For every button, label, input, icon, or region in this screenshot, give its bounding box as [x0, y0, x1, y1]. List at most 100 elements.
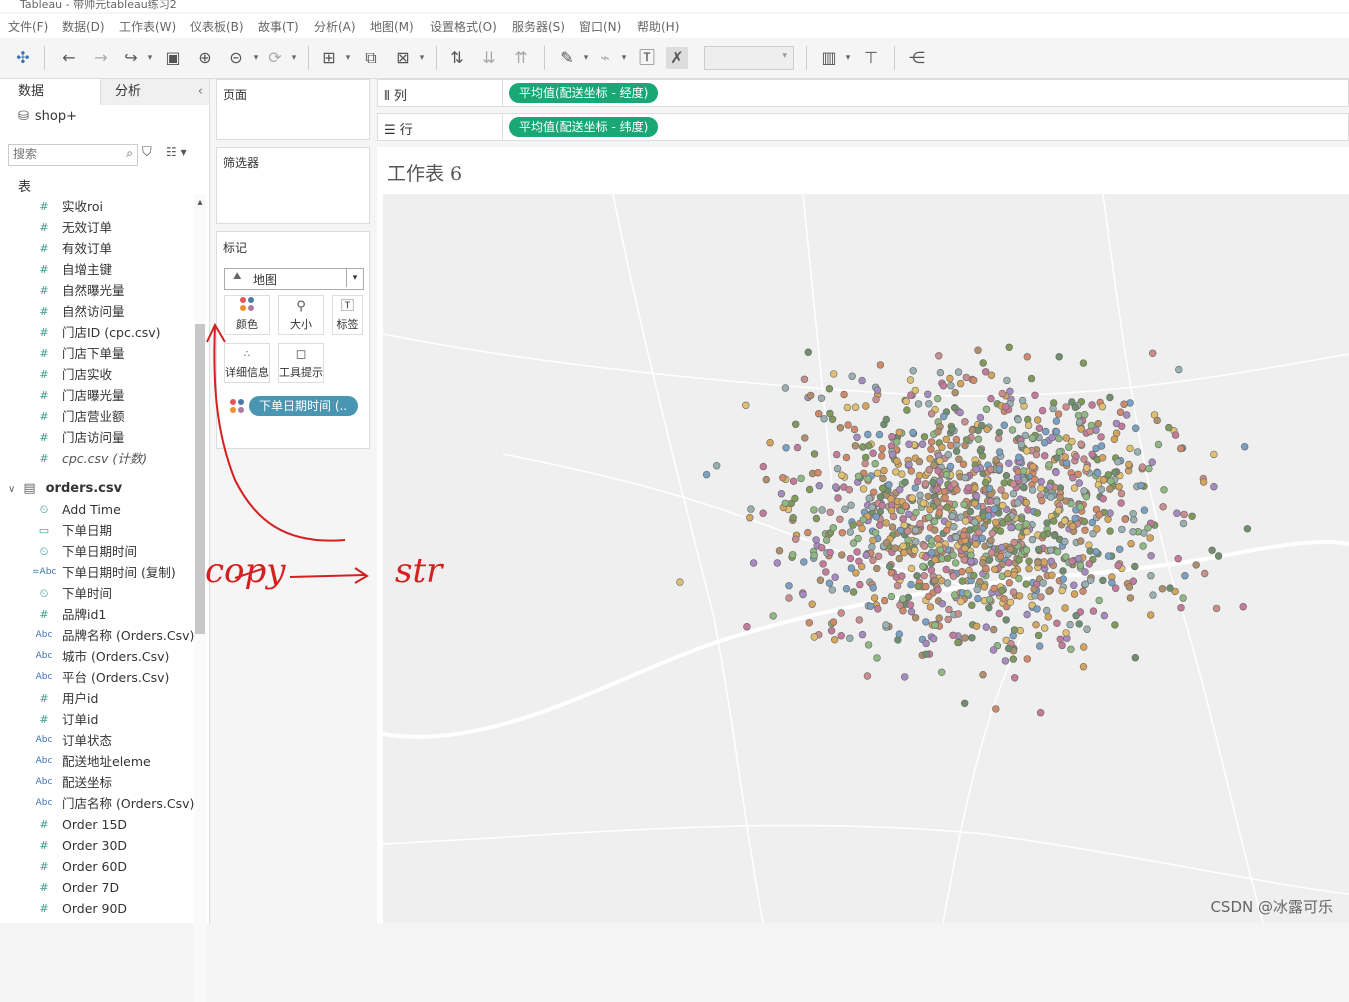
map-point[interactable]: [933, 394, 942, 403]
map-point[interactable]: [849, 539, 858, 547]
field-item[interactable]: # cpc.csv (计数): [0, 448, 190, 469]
map-point[interactable]: [974, 426, 982, 435]
field-item[interactable]: ▭ 下单日期: [0, 520, 190, 541]
map-point[interactable]: [833, 465, 842, 473]
map-point[interactable]: [1081, 526, 1089, 534]
map-point[interactable]: [979, 671, 987, 679]
map-point[interactable]: [936, 368, 945, 377]
map-point[interactable]: [1002, 616, 1010, 624]
map-point[interactable]: [871, 460, 879, 468]
map-point[interactable]: [874, 605, 882, 613]
map-point[interactable]: [1034, 545, 1043, 554]
map-point[interactable]: [951, 389, 959, 397]
map-point[interactable]: [785, 594, 793, 602]
map-point[interactable]: [1023, 528, 1031, 536]
map-point[interactable]: [873, 654, 881, 662]
map-point[interactable]: [1139, 542, 1147, 550]
map-point[interactable]: [911, 546, 919, 554]
map-point[interactable]: [1095, 596, 1103, 605]
rows-pill[interactable]: 平均值(配送坐标 - 纬度): [509, 117, 659, 137]
map-point[interactable]: [822, 536, 831, 544]
map-point[interactable]: [1053, 619, 1061, 627]
map-point[interactable]: [936, 457, 944, 465]
field-item[interactable]: # 订单id: [0, 709, 190, 730]
map-point[interactable]: [1036, 708, 1045, 717]
map-point[interactable]: [953, 486, 961, 494]
map-point[interactable]: [1006, 545, 1015, 553]
map-point[interactable]: [800, 558, 808, 566]
map-point[interactable]: [905, 510, 913, 518]
map-point[interactable]: [785, 582, 793, 590]
map-point[interactable]: [1015, 523, 1023, 531]
field-item[interactable]: # Order 60D: [0, 856, 190, 877]
map-point[interactable]: [907, 564, 916, 573]
map-point[interactable]: [927, 445, 935, 453]
map-point[interactable]: [961, 418, 969, 426]
map-point[interactable]: [1158, 585, 1167, 593]
map-point[interactable]: [777, 490, 786, 498]
map-point[interactable]: [1106, 527, 1114, 535]
map-point[interactable]: [1067, 645, 1075, 653]
map-point[interactable]: [972, 622, 981, 630]
map-point[interactable]: [1005, 343, 1013, 352]
map-point[interactable]: [1173, 509, 1181, 517]
map-point[interactable]: [1009, 655, 1017, 663]
map-point[interactable]: [922, 639, 930, 648]
field-item[interactable]: # Order 30D: [0, 835, 190, 856]
fix-axes-icon[interactable]: ✗: [666, 47, 688, 69]
map-point[interactable]: [859, 516, 867, 524]
map-point[interactable]: [849, 588, 858, 596]
map-point[interactable]: [1023, 353, 1031, 361]
map-point[interactable]: [1035, 642, 1044, 650]
map-point[interactable]: [882, 519, 890, 527]
map-point[interactable]: [805, 619, 813, 627]
map-point[interactable]: [905, 440, 913, 448]
map-point[interactable]: [1076, 503, 1084, 511]
map-point[interactable]: [828, 586, 836, 594]
map-point[interactable]: [1210, 450, 1218, 459]
map-point[interactable]: [872, 395, 880, 404]
map-point[interactable]: [1125, 460, 1133, 469]
map-point[interactable]: [909, 367, 917, 375]
map-point[interactable]: [797, 474, 805, 483]
map-point[interactable]: [846, 634, 854, 642]
map-point[interactable]: [1010, 674, 1019, 682]
map-point[interactable]: [1080, 455, 1088, 463]
map-point[interactable]: [1052, 417, 1061, 425]
map-point[interactable]: [1076, 561, 1085, 570]
map-point[interactable]: [1017, 515, 1025, 523]
map-point[interactable]: [974, 435, 983, 443]
map-point[interactable]: [1023, 610, 1031, 619]
map-point[interactable]: [942, 435, 950, 444]
map-point[interactable]: [1240, 443, 1249, 451]
map-point[interactable]: [812, 536, 820, 544]
map-point[interactable]: [913, 572, 921, 580]
map-point[interactable]: [856, 580, 864, 589]
map-point[interactable]: [972, 465, 980, 473]
map-point[interactable]: [861, 459, 869, 468]
map-point[interactable]: [882, 539, 891, 547]
map-point[interactable]: [926, 455, 934, 463]
map-point[interactable]: [914, 400, 923, 408]
map-point[interactable]: [950, 591, 959, 599]
map-point[interactable]: [1131, 654, 1139, 662]
map-point[interactable]: [963, 589, 972, 598]
map-point[interactable]: [1045, 461, 1053, 469]
show-me-icon[interactable]: ▥: [818, 47, 840, 69]
map-point[interactable]: [1075, 620, 1083, 628]
map-point[interactable]: [944, 451, 952, 459]
map-point[interactable]: [1069, 474, 1077, 482]
map-point[interactable]: [922, 553, 930, 561]
map-point[interactable]: [912, 508, 920, 517]
map-point[interactable]: [822, 568, 830, 576]
map-point[interactable]: [1115, 483, 1123, 491]
map-point[interactable]: [1088, 401, 1096, 409]
show-labels-icon[interactable]: 🅃: [636, 47, 658, 69]
map-point[interactable]: [1099, 476, 1108, 484]
map-point[interactable]: [826, 409, 834, 418]
map-point[interactable]: [958, 577, 967, 585]
map-point[interactable]: [939, 382, 948, 390]
map-point[interactable]: [1081, 568, 1089, 576]
map-point[interactable]: [998, 586, 1006, 595]
map-point[interactable]: [915, 457, 924, 466]
